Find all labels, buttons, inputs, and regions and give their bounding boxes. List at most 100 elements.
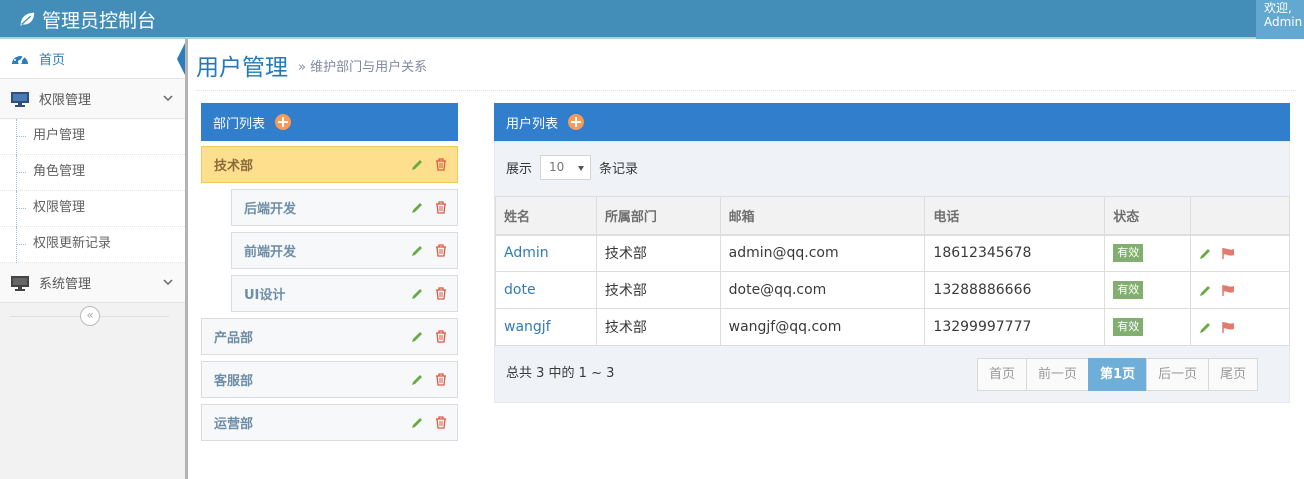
user-name-link[interactable]: Admin (495, 234, 597, 272)
pager-last[interactable]: 尾页 (1208, 358, 1259, 391)
edit-icon[interactable] (411, 416, 423, 429)
status-cell: 有效 (1104, 271, 1192, 309)
user-dept: 技术部 (595, 234, 721, 272)
trash-icon[interactable] (435, 416, 447, 429)
pager-prev[interactable]: 前一页 (1026, 358, 1090, 391)
dept-item[interactable]: 技术部 (201, 146, 458, 183)
length-suffix: 条记录 (599, 162, 639, 177)
sidebar-item-label: 首页 (39, 53, 66, 68)
dept-item[interactable]: UI设计 (231, 275, 458, 312)
user-name-link[interactable]: wangjf (495, 308, 597, 346)
column-header[interactable]: 状态 (1104, 196, 1192, 236)
flag-icon[interactable] (1221, 284, 1235, 297)
top-navbar: 管理员控制台 欢迎, Admin (0, 0, 1304, 39)
page-length-control: 展示 10 条记录 (506, 155, 638, 180)
add-user-icon[interactable] (568, 114, 585, 130)
status-badge: 有效 (1113, 318, 1144, 336)
pager-current[interactable]: 第1页 (1088, 358, 1148, 391)
sidebar-item-label: 权限管理 (39, 93, 92, 108)
trash-icon[interactable] (435, 287, 447, 300)
dept-label: 客服部 (214, 374, 254, 389)
page-subtitle: » 维护部门与用户关系 (298, 59, 428, 75)
trash-icon[interactable] (435, 330, 447, 343)
collapse-sidebar-button[interactable]: « (80, 306, 100, 326)
add-department-icon[interactable] (275, 114, 292, 130)
trash-icon[interactable] (435, 158, 447, 171)
edit-icon[interactable] (411, 158, 423, 171)
subitem-label: 权限管理 (33, 200, 86, 215)
row-actions (1190, 271, 1290, 309)
pager-next[interactable]: 后一页 (1146, 358, 1210, 391)
sidebar-subitem-roles[interactable]: 角色管理 (0, 155, 185, 191)
page-length-select[interactable]: 10 (540, 155, 592, 180)
dept-item[interactable]: 后端开发 (231, 189, 458, 226)
dept-label: 技术部 (214, 159, 254, 174)
sidebar-subitem-permission-log[interactable]: 权限更新记录 (0, 227, 185, 263)
column-header[interactable]: 邮箱 (719, 196, 926, 236)
user-panel-title: 用户列表 (506, 116, 559, 132)
edit-icon[interactable] (1199, 247, 1211, 260)
table-row: dote 技术部 dote@qq.com 13288886666 有效 (495, 271, 1290, 309)
edit-icon[interactable] (411, 330, 423, 343)
table-header-row: 姓名 所属部门 邮箱 电话 状态 (495, 196, 1290, 236)
dashboard-icon (12, 53, 28, 64)
sidebar-collapse: « (0, 303, 185, 331)
pager-first[interactable]: 首页 (977, 358, 1028, 391)
edit-icon[interactable] (411, 373, 423, 386)
sidebar-item-permissions[interactable]: 权限管理 (0, 79, 185, 119)
flag-icon[interactable] (1221, 247, 1235, 260)
row-actions (1190, 308, 1290, 346)
trash-icon[interactable] (435, 244, 447, 257)
user-phone: 13288886666 (924, 271, 1106, 309)
sidebar-subitem-users[interactable]: 用户管理 (0, 119, 185, 155)
user-name-link[interactable]: dote (495, 271, 597, 309)
sidebar-item-system[interactable]: 系统管理 (0, 263, 185, 303)
user-welcome[interactable]: 欢迎, Admin (1256, 0, 1304, 39)
user-email: dote@qq.com (719, 271, 926, 309)
dept-item[interactable]: 运营部 (201, 404, 458, 441)
edit-icon[interactable] (1199, 321, 1211, 334)
dept-item[interactable]: 前端开发 (231, 232, 458, 269)
sidebar-subitem-permissions[interactable]: 权限管理 (0, 191, 185, 227)
edit-icon[interactable] (411, 287, 423, 300)
status-badge: 有效 (1113, 244, 1144, 263)
table-row: wangjf 技术部 wangjf@qq.com 13299997777 有效 (495, 308, 1290, 346)
trash-icon[interactable] (435, 201, 447, 214)
subitem-label: 角色管理 (33, 164, 86, 179)
double-chevron-left-icon: « (86, 308, 94, 322)
user-email: wangjf@qq.com (719, 308, 926, 346)
chevron-down-icon (163, 279, 173, 286)
column-header[interactable]: 所属部门 (595, 196, 721, 236)
length-prefix: 展示 (506, 162, 533, 177)
sidebar-item-home[interactable]: 首页 (0, 39, 187, 79)
permissions-submenu: 用户管理 角色管理 权限管理 权限更新记录 (0, 119, 185, 263)
page-length-value: 10 (549, 160, 565, 174)
edit-icon[interactable] (411, 244, 423, 257)
dept-item[interactable]: 产品部 (201, 318, 458, 355)
table-summary: 总共 3 中的 1 ~ 3 (506, 366, 615, 381)
department-panel-title: 部门列表 (213, 116, 266, 132)
pagination: 首页 前一页 第1页 后一页 尾页 (977, 358, 1259, 391)
brand-title: 管理员控制台 (42, 9, 157, 32)
row-actions (1190, 234, 1290, 272)
sidebar-item-label: 系统管理 (39, 277, 92, 292)
edit-icon[interactable] (411, 201, 423, 214)
chevron-down-icon (163, 95, 173, 102)
user-phone: 13299997777 (924, 308, 1106, 346)
department-panel-header: 部门列表 (201, 103, 458, 141)
trash-icon[interactable] (435, 373, 447, 386)
user-dept: 技术部 (595, 271, 721, 309)
page-title: 用户管理 (196, 55, 288, 81)
status-cell: 有效 (1104, 308, 1192, 346)
dept-item[interactable]: 客服部 (201, 361, 458, 398)
dept-label: UI设计 (244, 288, 286, 303)
column-header[interactable]: 电话 (924, 196, 1106, 236)
brand[interactable]: 管理员控制台 (18, 5, 156, 33)
edit-icon[interactable] (1199, 284, 1211, 297)
desktop-icon (11, 91, 29, 107)
column-header[interactable]: 姓名 (495, 196, 597, 236)
page-header: 用户管理 » 维护部门与用户关系 (196, 40, 1296, 91)
flag-icon[interactable] (1221, 321, 1235, 334)
leaf-icon (20, 12, 35, 27)
user-panel-header: 用户列表 (494, 103, 1290, 141)
